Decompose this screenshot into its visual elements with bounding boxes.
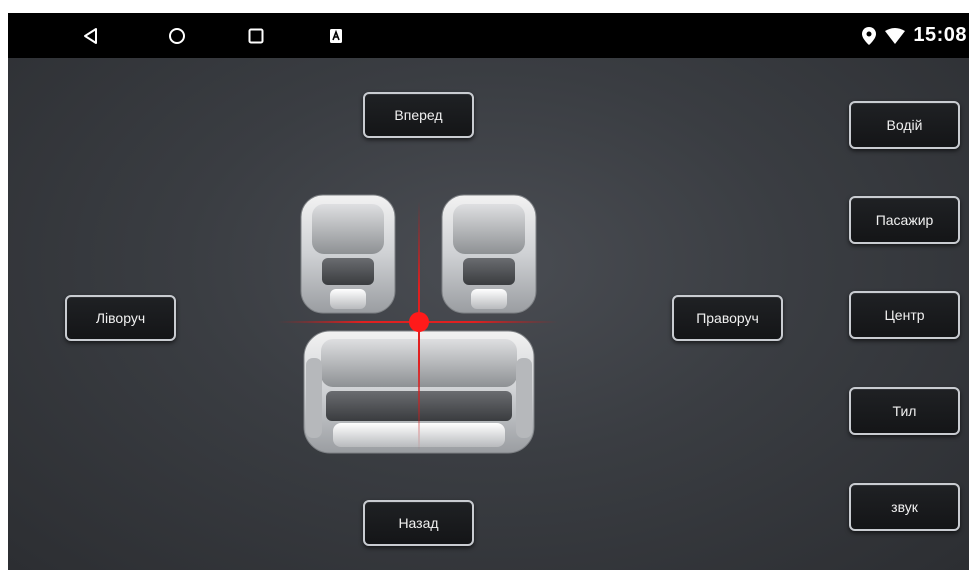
seat-balance-map[interactable] bbox=[8, 13, 969, 570]
sound-button[interactable]: звук bbox=[849, 483, 960, 531]
balance-position-marker[interactable] bbox=[409, 312, 429, 332]
preset-rear-button[interactable]: Тил bbox=[849, 387, 960, 435]
front-left-seat bbox=[300, 194, 396, 314]
left-button[interactable]: Ліворуч bbox=[65, 295, 176, 341]
preset-center-button[interactable]: Центр bbox=[849, 291, 960, 339]
front-right-seat bbox=[441, 194, 537, 314]
preset-passenger-button[interactable]: Пасажир bbox=[849, 196, 960, 244]
forward-button[interactable]: Вперед bbox=[363, 92, 474, 138]
preset-driver-button[interactable]: Водій bbox=[849, 101, 960, 149]
back-button[interactable]: Назад bbox=[363, 500, 474, 546]
app-screen: 15:08 Вперед Назад Ліворуч Праворуч Воді… bbox=[8, 13, 969, 570]
right-button[interactable]: Праворуч bbox=[672, 295, 783, 341]
